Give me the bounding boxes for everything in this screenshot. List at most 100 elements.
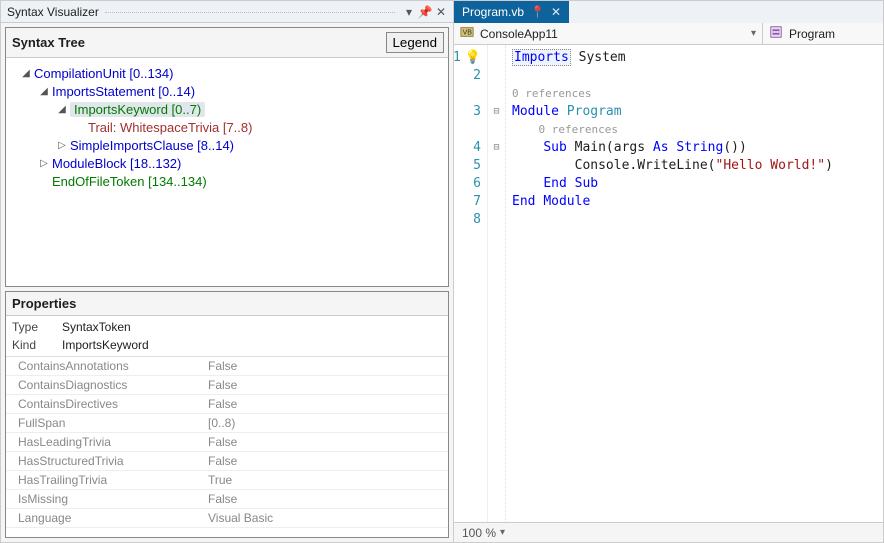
project-combo[interactable]: VB ConsoleApp11 ▾ <box>454 23 763 44</box>
code-token: Sub <box>575 176 598 191</box>
code-token: ()) <box>723 140 746 155</box>
tree-node[interactable]: ◢CompilationUnit [0..134) <box>10 64 444 82</box>
syntax-tree-section: Syntax Tree Legend ◢CompilationUnit [0..… <box>5 27 449 287</box>
property-row[interactable]: IsMissingFalse <box>6 490 448 509</box>
code-line[interactable]: End Module <box>512 193 883 211</box>
code-line[interactable]: End Sub <box>512 175 883 193</box>
lightbulb-icon[interactable]: 💡 <box>465 49 481 67</box>
project-combo-label: ConsoleApp11 <box>480 27 558 41</box>
fold-spacer <box>488 67 505 85</box>
tab-label: Program.vb <box>462 5 524 19</box>
code-token: Module <box>543 194 590 209</box>
line-number: 2 <box>454 67 481 85</box>
code-line[interactable] <box>512 211 883 229</box>
fold-spacer <box>488 85 505 103</box>
codelens[interactable]: 0 references <box>512 121 883 139</box>
code-token: As <box>653 140 669 155</box>
tree-header: Syntax Tree Legend <box>6 28 448 58</box>
fold-spacer <box>488 157 505 175</box>
editor-area[interactable]: 1 💡2 3 45678 ⊟ ⊟ Imports System 0 refere… <box>454 45 883 522</box>
scope-combo-label: Program <box>789 27 835 41</box>
code-token: String <box>676 140 723 155</box>
zoom-combo[interactable]: 100 % ▾ <box>454 522 883 542</box>
code-token <box>567 176 575 191</box>
tree-expander-icon[interactable]: ◢ <box>56 104 68 115</box>
fold-spacer <box>488 121 505 139</box>
properties-summary-row: TypeSyntaxToken <box>12 318 442 336</box>
property-row[interactable]: FullSpan[0..8) <box>6 414 448 433</box>
close-icon[interactable]: ✕ <box>433 5 449 19</box>
editor-tab[interactable]: Program.vb 📍 ✕ <box>454 1 569 23</box>
editor-tabbar: Program.vb 📍 ✕ <box>454 1 883 23</box>
code-token: System <box>579 50 626 65</box>
line-number: 5 <box>454 157 481 175</box>
tree-node-label: ImportsKeyword [0..7) <box>70 102 205 117</box>
tree-node[interactable]: Trail: WhitespaceTrivia [7..8) <box>10 118 444 136</box>
property-row[interactable]: HasTrailingTriviaTrue <box>6 471 448 490</box>
tree-node-label: SimpleImportsClause [8..14) <box>70 138 234 153</box>
code-token <box>559 104 567 119</box>
panel-grip[interactable] <box>105 12 395 13</box>
tree-expander-icon[interactable]: ◢ <box>38 86 50 97</box>
code-token: Main(args <box>567 140 653 155</box>
legend-button[interactable]: Legend <box>386 32 444 53</box>
codelens[interactable]: 0 references <box>512 85 883 103</box>
code-token: Sub <box>543 140 566 155</box>
tree-title: Syntax Tree <box>12 35 386 50</box>
line-number: 1 💡 <box>454 49 481 67</box>
tree-expander-icon[interactable]: ◢ <box>20 68 32 79</box>
fold-spacer <box>488 175 505 193</box>
code-line[interactable]: Sub Main(args As String()) <box>512 139 883 157</box>
fold-toggle-icon[interactable]: ⊟ <box>488 103 505 121</box>
tree-node[interactable]: ▷SimpleImportsClause [8..14) <box>10 136 444 154</box>
scope-combo[interactable]: Program <box>763 23 883 44</box>
line-number: 8 <box>454 211 481 229</box>
tree-expander-icon[interactable]: ▷ <box>38 158 50 169</box>
code-token: Program <box>567 104 622 119</box>
tree-node-label: EndOfFileToken [134..134) <box>52 174 207 189</box>
syntax-visualizer-panel: Syntax Visualizer ▾ 📌 ✕ Syntax Tree Lege… <box>0 0 454 543</box>
properties-summary-row: KindImportsKeyword <box>12 336 442 354</box>
line-number: 4 <box>454 139 481 157</box>
code-token <box>512 176 543 191</box>
tab-close-icon[interactable]: ✕ <box>551 5 561 19</box>
line-number-gutter: 1 💡2 3 45678 <box>454 45 488 522</box>
fold-gutter[interactable]: ⊟ ⊟ <box>488 45 506 522</box>
code-token: Imports <box>512 49 571 66</box>
svg-text:VB: VB <box>463 30 473 37</box>
property-row[interactable]: ContainsAnnotationsFalse <box>6 357 448 376</box>
panel-title: Syntax Visualizer <box>5 5 99 19</box>
dropdown-icon[interactable]: ▾ <box>401 5 417 19</box>
vb-project-icon: VB <box>460 25 474 42</box>
tree-node[interactable]: ▷ModuleBlock [18..132) <box>10 154 444 172</box>
tree-body[interactable]: ◢CompilationUnit [0..134)◢ImportsStateme… <box>6 58 448 286</box>
code-token: ) <box>825 158 833 173</box>
tree-node[interactable]: EndOfFileToken [134..134) <box>10 172 444 190</box>
pin-icon[interactable]: 📌 <box>417 5 433 19</box>
property-row[interactable]: HasStructuredTriviaFalse <box>6 452 448 471</box>
code-line[interactable]: Imports System <box>512 49 883 67</box>
property-row[interactable]: LanguageVisual Basic <box>6 509 448 528</box>
code-line[interactable] <box>512 67 883 85</box>
tree-node-label: Trail: WhitespaceTrivia [7..8) <box>88 120 252 135</box>
tree-expander-icon[interactable]: ▷ <box>56 140 68 151</box>
properties-title: Properties <box>6 292 448 316</box>
property-row[interactable]: ContainsDiagnosticsFalse <box>6 376 448 395</box>
line-number: 6 <box>454 175 481 193</box>
properties-grid[interactable]: ContainsAnnotationsFalseContainsDiagnost… <box>6 356 448 537</box>
tree-node[interactable]: ◢ImportsKeyword [0..7) <box>10 100 444 118</box>
tab-pin-icon[interactable]: 📍 <box>530 5 545 19</box>
property-row[interactable]: ContainsDirectivesFalse <box>6 395 448 414</box>
code-token <box>571 50 579 65</box>
tree-node[interactable]: ◢ImportsStatement [0..14) <box>10 82 444 100</box>
properties-summary: TypeSyntaxTokenKindImportsKeyword <box>6 316 448 356</box>
property-row[interactable]: HasLeadingTriviaFalse <box>6 433 448 452</box>
code-area[interactable]: Imports System 0 referencesModule Progra… <box>506 45 883 522</box>
properties-section: Properties TypeSyntaxTokenKindImportsKey… <box>5 291 449 538</box>
chevron-down-icon: ▾ <box>500 527 505 538</box>
code-line[interactable]: Console.WriteLine("Hello World!") <box>512 157 883 175</box>
fold-toggle-icon[interactable]: ⊟ <box>488 139 505 157</box>
zoom-label: 100 % <box>462 526 496 540</box>
chevron-down-icon: ▾ <box>751 28 756 39</box>
code-line[interactable]: Module Program <box>512 103 883 121</box>
